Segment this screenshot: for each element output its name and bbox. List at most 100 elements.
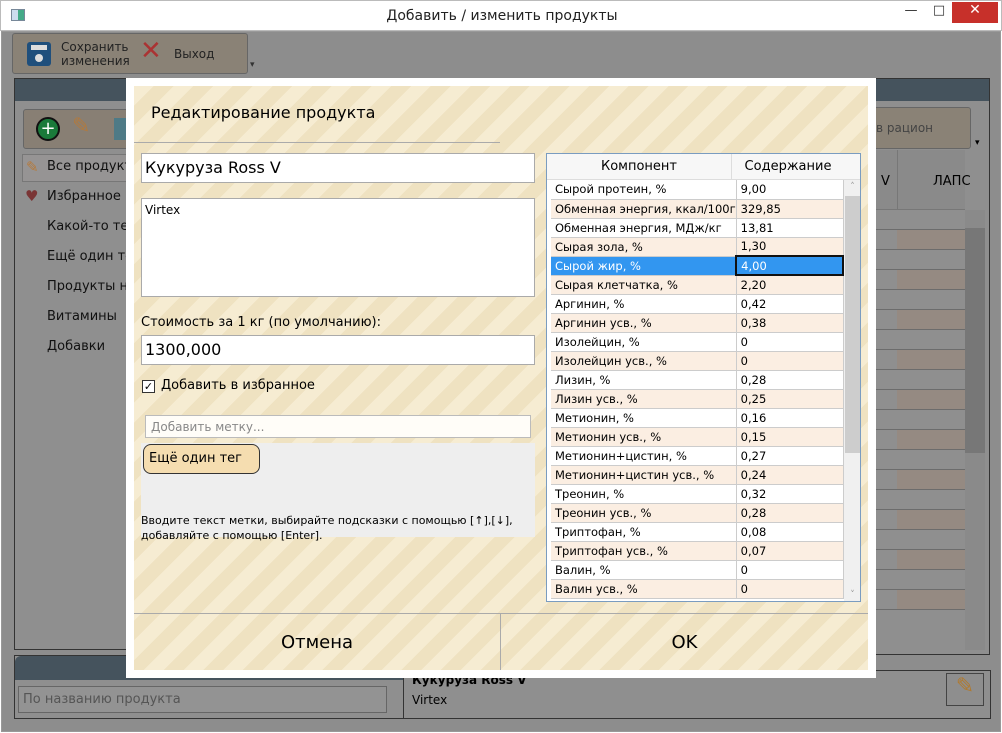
component-value-cell[interactable]: 0,15 bbox=[736, 427, 844, 447]
category-item[interactable]: Витамины bbox=[47, 309, 117, 324]
component-value-cell[interactable]: 1,30 bbox=[736, 237, 844, 257]
component-value-cell[interactable]: 0,32 bbox=[736, 484, 844, 504]
component-value-cell[interactable]: 4,00 bbox=[735, 255, 844, 276]
component-name-cell: Валин, % bbox=[551, 560, 737, 580]
category-item[interactable]: Продукты на bbox=[47, 279, 136, 294]
component-value-cell[interactable]: 0,07 bbox=[736, 541, 844, 561]
table-row[interactable]: Метионин, % 0,16 bbox=[551, 408, 844, 428]
col-header-v[interactable]: V bbox=[881, 174, 890, 189]
favorite-label[interactable]: Добавить в избранное bbox=[161, 378, 315, 393]
component-value-cell[interactable]: 0 bbox=[736, 332, 844, 352]
table-row[interactable]: Сырой протеин, % 9,00 bbox=[551, 180, 844, 200]
maximize-button[interactable]: □ bbox=[925, 3, 953, 23]
component-value-cell[interactable]: 0 bbox=[736, 351, 844, 371]
table-row[interactable]: Обменная энергия, МДж/кг 13,81 bbox=[551, 218, 844, 238]
table-row[interactable]: Аргинин, % 0,42 bbox=[551, 294, 844, 314]
table-row[interactable]: Метионин усв., % 0,15 bbox=[551, 427, 844, 447]
toolbar-overflow-icon[interactable]: ▾ bbox=[250, 60, 255, 70]
table-row[interactable]: Изолейцин, % 0 bbox=[551, 332, 844, 352]
table-row[interactable]: Сырой жир, % 4,00 bbox=[551, 255, 844, 276]
table-row[interactable]: Триптофан, % 0,08 bbox=[551, 522, 844, 542]
table-row[interactable]: Сырая клетчатка, % 2,20 bbox=[551, 275, 844, 295]
close-button[interactable]: ✕ bbox=[952, 2, 998, 23]
component-name-cell: Лизин, % bbox=[551, 370, 737, 390]
scroll-down-icon[interactable]: ˅ bbox=[844, 590, 860, 600]
col-header-component[interactable]: Компонент bbox=[547, 154, 732, 179]
category-item[interactable]: Какой-то тег bbox=[47, 219, 135, 234]
dialog-title: Редактирование продукта bbox=[151, 103, 376, 122]
table-row[interactable]: Сырая зола, % 1,30 bbox=[551, 237, 844, 257]
ok-button[interactable]: OK bbox=[501, 614, 868, 670]
hint-line: добавляйте с помощью [Enter]. bbox=[141, 529, 323, 542]
search-input[interactable]: По названию продукта bbox=[18, 686, 387, 713]
table-row[interactable]: Обменная энергия, ккал/100г 329,85 bbox=[551, 199, 844, 219]
table-row[interactable]: Аргинин усв., % 0,38 bbox=[551, 313, 844, 333]
favorite-checkbox[interactable]: ✓ bbox=[142, 380, 155, 393]
component-name-cell: Треонин усв., % bbox=[551, 503, 737, 523]
table-row[interactable]: Триптофан усв., % 0,07 bbox=[551, 541, 844, 561]
minimize-button[interactable]: — bbox=[897, 3, 925, 23]
components-table: Компонент Содержание Сырой протеин, % 9,0… bbox=[546, 153, 861, 602]
floppy-icon bbox=[27, 42, 51, 66]
table-row[interactable]: Треонин усв., % 0,28 bbox=[551, 503, 844, 523]
component-value-cell[interactable]: 0,42 bbox=[736, 294, 844, 314]
component-name-cell: Треонин, % bbox=[551, 484, 737, 504]
component-value-cell[interactable]: 0,38 bbox=[736, 313, 844, 333]
grid-scrollbar[interactable] bbox=[965, 210, 985, 650]
component-name-cell: Метионин усв., % bbox=[551, 427, 737, 447]
component-value-cell[interactable]: 0,16 bbox=[736, 408, 844, 428]
edit-product-button[interactable]: ✎ bbox=[946, 673, 984, 706]
component-value-cell[interactable]: 0,08 bbox=[736, 522, 844, 542]
component-name-cell: Лизин усв., % bbox=[551, 389, 737, 409]
component-name-cell: Аргинин усв., % bbox=[551, 313, 737, 333]
table-row[interactable]: Метионин+цистин усв., % 0,24 bbox=[551, 465, 844, 485]
description-textarea[interactable]: Virtex bbox=[141, 198, 535, 297]
scroll-up-icon[interactable]: ˄ bbox=[844, 182, 860, 192]
table-row[interactable]: Изолейцин усв., % 0 bbox=[551, 351, 844, 371]
title-bar: Добавить / изменить продукты — □ ✕ bbox=[0, 0, 1002, 31]
cancel-button[interactable]: Отмена bbox=[134, 614, 500, 670]
toolbar-overflow-icon[interactable]: ▾ bbox=[975, 138, 980, 148]
component-value-cell[interactable]: 329,85 bbox=[736, 199, 844, 219]
save-button[interactable]: Сохранить изменения bbox=[23, 38, 130, 70]
component-value-cell[interactable]: 9,00 bbox=[736, 180, 844, 200]
save-label-line1: Сохранить bbox=[61, 40, 129, 54]
component-value-cell[interactable]: 0,24 bbox=[736, 465, 844, 485]
table-scrollbar[interactable]: ˄ ˅ bbox=[844, 180, 860, 601]
component-value-cell[interactable]: 0,27 bbox=[736, 446, 844, 466]
selected-product-desc: Virtex bbox=[412, 693, 448, 707]
component-name-cell: Метионин+цистин усв., % bbox=[551, 465, 737, 485]
component-name-cell: Обменная энергия, МДж/кг bbox=[551, 218, 737, 238]
tag-input[interactable]: Добавить метку... bbox=[145, 415, 531, 438]
component-value-cell[interactable]: 0,28 bbox=[736, 370, 844, 390]
component-value-cell[interactable]: 0,25 bbox=[736, 389, 844, 409]
category-item[interactable]: Добавки bbox=[47, 339, 105, 354]
component-value-cell[interactable]: 0 bbox=[736, 560, 844, 580]
cost-input[interactable]: 1300,000 bbox=[141, 335, 535, 365]
scroll-thumb[interactable] bbox=[845, 196, 860, 453]
col-header-laps[interactable]: ЛАПС bbox=[933, 174, 971, 189]
component-name-cell: Сырая зола, % bbox=[551, 237, 737, 257]
tag-chip[interactable]: Ещё один тег bbox=[143, 444, 260, 474]
add-icon[interactable]: + bbox=[36, 117, 60, 141]
components-rows: Сырой протеин, % 9,00 Обменная энергия, кк… bbox=[551, 180, 844, 599]
hint-text: Вводите текст метки, выбирайте подсказки… bbox=[141, 513, 513, 543]
component-value-cell[interactable]: 2,20 bbox=[736, 275, 844, 295]
component-name-cell: Метионин+цистин, % bbox=[551, 446, 737, 466]
product-name-input[interactable]: Кукуруза Ross V bbox=[141, 153, 535, 183]
table-row[interactable]: Лизин усв., % 0,25 bbox=[551, 389, 844, 409]
category-item[interactable]: Избранное bbox=[47, 189, 121, 204]
edit-pencil-icon[interactable]: ✎ bbox=[72, 114, 90, 139]
exit-button[interactable]: ✕ Выход bbox=[138, 36, 228, 70]
component-value-cell[interactable]: 0,28 bbox=[736, 503, 844, 523]
table-row[interactable]: Валин, % 0 bbox=[551, 560, 844, 580]
table-row[interactable]: Валин усв., % 0 bbox=[551, 579, 844, 599]
table-row[interactable]: Лизин, % 0,28 bbox=[551, 370, 844, 390]
col-header-content[interactable]: Содержание bbox=[732, 154, 844, 179]
component-value-cell[interactable]: 13,81 bbox=[736, 218, 844, 238]
edit-product-dialog: Редактирование продукта Кукуруза Ross V … bbox=[126, 78, 876, 678]
component-value-cell[interactable]: 0 bbox=[736, 579, 844, 599]
table-row[interactable]: Метионин+цистин, % 0,27 bbox=[551, 446, 844, 466]
table-row[interactable]: Треонин, % 0,32 bbox=[551, 484, 844, 504]
component-name-cell: Изолейцин, % bbox=[551, 332, 737, 352]
